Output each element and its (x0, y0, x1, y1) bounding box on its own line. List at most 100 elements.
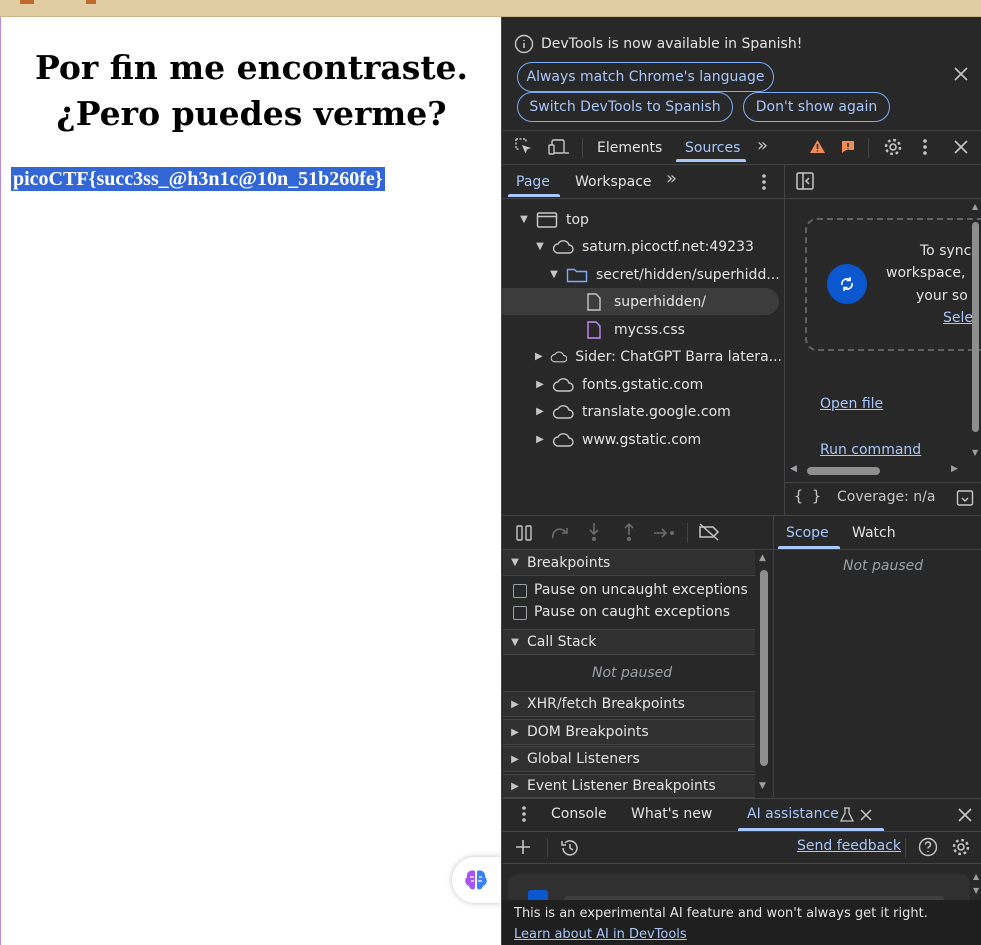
brain-icon (465, 870, 487, 890)
vertical-scrollbar[interactable]: ▲ ▼ (969, 200, 981, 463)
css-file-icon (587, 320, 601, 339)
tree-label-gstatic: www.gstatic.com (582, 431, 702, 448)
help-icon[interactable] (918, 837, 938, 857)
more-nav-tabs-icon[interactable]: » (666, 168, 677, 189)
cloud-icon (552, 404, 574, 419)
horizontal-scrollbar[interactable]: ◀ ▶ (789, 463, 969, 477)
global-listeners-label: Global Listeners (527, 751, 640, 767)
navigator-menu-icon[interactable] (760, 173, 768, 191)
tree-item-translate[interactable]: ▶ translate.google.com (502, 398, 782, 425)
devtools-panel: DevTools is now available in Spanish! Al… (501, 17, 981, 945)
tree-item-top[interactable]: ▼ top (502, 206, 782, 233)
tree-item-gstatic[interactable]: ▶ www.gstatic.com (502, 426, 782, 453)
always-match-language-button[interactable]: Always match Chrome's language (517, 62, 774, 92)
experiment-flask-icon (840, 807, 854, 822)
step-icon (654, 528, 674, 538)
event-listener-breakpoints-header[interactable]: ▶ Event Listener Breakpoints (503, 774, 755, 798)
coverage-status: Coverage: n/a (837, 489, 936, 505)
page-tab-indicator (508, 194, 560, 197)
tab-elements[interactable]: Elements (597, 138, 662, 158)
tab-whats-new[interactable]: What's new (631, 806, 712, 822)
dom-breakpoints-header[interactable]: ▶ DOM Breakpoints (503, 719, 755, 745)
close-drawer-icon[interactable] (957, 807, 973, 823)
caret-right-icon: ▶ (511, 698, 519, 710)
new-chat-plus-icon[interactable] (514, 838, 532, 856)
sync-icon (827, 264, 867, 304)
xhr-breakpoints-label: XHR/fetch Breakpoints (527, 696, 685, 712)
call-stack-label: Call Stack (527, 634, 597, 650)
issues-icon[interactable] (840, 139, 856, 155)
tree-item-saturn[interactable]: ▼ saturn.picoctf.net:49233 (502, 233, 782, 260)
tree-label-mycss: mycss.css (614, 321, 685, 338)
xhr-breakpoints-header[interactable]: ▶ XHR/fetch Breakpoints (503, 691, 755, 717)
settings-gear-icon[interactable] (883, 137, 903, 157)
workspace-text-line3: your so (916, 288, 968, 304)
folder-icon (566, 268, 588, 282)
inspect-element-icon[interactable] (514, 137, 534, 157)
debugger-scrollbar[interactable]: ▲ ▼ (757, 552, 771, 796)
tab-scope[interactable]: Scope (786, 525, 829, 541)
tab-ai-assistance[interactable]: AI assistance (747, 806, 839, 822)
toggle-navigator-icon[interactable] (795, 171, 815, 191)
run-command-link[interactable]: Run command (820, 442, 921, 458)
more-options-icon[interactable] (921, 138, 929, 156)
ai-settings-gear-icon[interactable] (951, 837, 971, 857)
device-toolbar-icon[interactable] (548, 137, 570, 157)
breakpoints-section-header[interactable]: ▼ Breakpoints (503, 550, 755, 576)
cloud-icon (552, 432, 574, 447)
drawer-menu-icon[interactable] (520, 805, 528, 823)
learn-about-ai-link[interactable]: Learn about AI in DevTools (514, 927, 687, 942)
tree-item-fonts[interactable]: ▶ fonts.gstatic.com (502, 371, 782, 398)
tree-label-secret: secret/hidden/superhidd... (596, 266, 780, 283)
ai-scrollbar[interactable]: ▲ ▼ (972, 872, 981, 902)
tree-label-superhidden: superhidden/ (614, 293, 706, 310)
tab-workspace[interactable]: Workspace (575, 172, 652, 192)
cloud-icon (552, 239, 574, 254)
tree-label-top: top (566, 211, 589, 228)
browser-top-bar (0, 0, 981, 17)
dont-show-again-button[interactable]: Don't show again (743, 92, 890, 122)
step-into-icon (589, 523, 599, 541)
caret-right-icon: ▶ (511, 753, 519, 765)
close-ai-tab-icon[interactable] (860, 809, 872, 821)
close-devtools-icon[interactable] (953, 139, 969, 155)
pause-icon[interactable] (515, 524, 533, 542)
tab-page[interactable]: Page (516, 172, 550, 192)
page-heading-line2: ¿Pero puedes verme? (56, 94, 447, 133)
tab-sources[interactable]: Sources (685, 138, 740, 158)
history-icon[interactable] (560, 838, 580, 858)
deactivate-breakpoints-icon[interactable] (697, 522, 721, 542)
more-tabs-icon[interactable]: » (757, 135, 768, 156)
drawer-toggle-icon[interactable] (956, 489, 974, 507)
tree-item-mycss[interactable]: mycss.css (502, 316, 782, 343)
caret-down-icon: ▼ (550, 269, 558, 280)
tree-label-translate: translate.google.com (582, 403, 731, 420)
tree-item-sider[interactable]: ▶ Sider: ChatGPT Barra latera... (502, 343, 782, 370)
sider-extension-button[interactable] (452, 857, 502, 903)
pause-caught-label: Pause on caught exceptions (534, 604, 731, 620)
event-listener-breakpoints-label: Event Listener Breakpoints (527, 778, 716, 794)
caret-down-icon: ▼ (511, 557, 519, 568)
tab-console[interactable]: Console (551, 806, 607, 822)
send-feedback-link[interactable]: Send feedback (797, 838, 901, 854)
tree-label-sider: Sider: ChatGPT Barra latera... (575, 348, 782, 365)
call-stack-section-header[interactable]: ▼ Call Stack (503, 629, 755, 655)
cloud-icon (552, 377, 574, 392)
tab-watch[interactable]: Watch (852, 525, 896, 541)
breakpoints-label: Breakpoints (527, 554, 611, 571)
pause-caught-checkbox[interactable] (513, 606, 527, 620)
selected-flag-text[interactable]: picoCTF{succ3ss_@h3n1c@10n_51b260fe} (11, 167, 385, 191)
open-file-link[interactable]: Open file (820, 396, 883, 412)
active-tab-indicator (676, 159, 746, 162)
global-listeners-header[interactable]: ▶ Global Listeners (503, 746, 755, 772)
caret-right-icon: ▶ (511, 726, 519, 738)
tree-item-secret-folder[interactable]: ▼ secret/hidden/superhidd... (502, 261, 782, 288)
close-banner-icon[interactable] (953, 66, 969, 82)
tree-item-superhidden[interactable]: superhidden/ (502, 288, 779, 315)
caret-down-icon: ▼ (511, 636, 519, 648)
pause-uncaught-checkbox[interactable] (513, 584, 527, 598)
caret-right-icon: ▶ (536, 379, 544, 390)
switch-to-spanish-button[interactable]: Switch DevTools to Spanish (517, 92, 733, 122)
pretty-print-icon[interactable]: { } (794, 487, 821, 505)
warning-icon[interactable] (809, 139, 826, 154)
